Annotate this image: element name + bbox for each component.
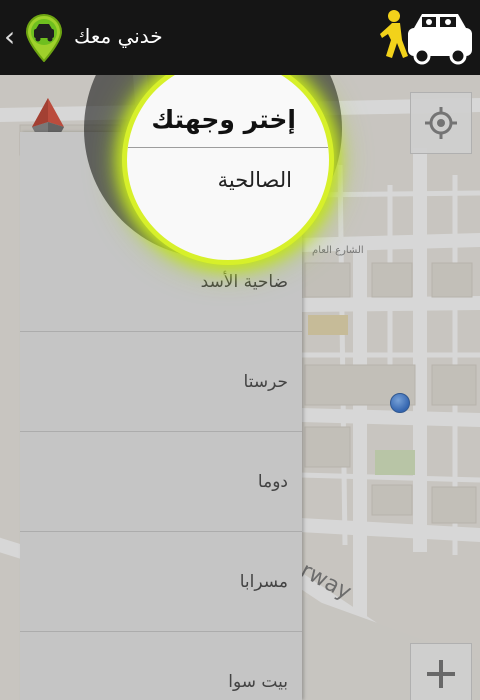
list-item[interactable]: بيت سوا	[20, 632, 302, 700]
spotlight-ring	[122, 55, 334, 265]
tutorial-spotlight: إختر وجهتك الصالحية	[122, 55, 342, 265]
my-location-button[interactable]	[410, 92, 472, 154]
pedestrian-and-car-icon[interactable]	[378, 8, 474, 70]
destination-label: حرستا	[243, 372, 288, 392]
list-item[interactable]: دوما	[20, 432, 302, 532]
destination-label: بيت سوا	[228, 672, 288, 692]
destination-label: ضاحية الأسد	[200, 272, 288, 292]
crosshair-icon	[425, 107, 457, 139]
divider	[128, 147, 328, 148]
destination-label: مسرابا	[239, 572, 288, 592]
destination-label: دوما	[257, 472, 288, 492]
list-item[interactable]: مسرابا	[20, 532, 302, 632]
chevron-left-icon[interactable]: ‹	[4, 22, 15, 52]
map-pin-car-icon[interactable]	[24, 14, 64, 62]
app-header: ‹ خدني معك	[0, 0, 480, 75]
my-location-marker	[390, 393, 410, 413]
highlighted-destination[interactable]: الصالحية	[218, 168, 292, 192]
destination-prompt-title: إختر وجهتك	[151, 105, 296, 134]
app-title: خدني معك	[74, 24, 163, 48]
plus-icon	[427, 660, 455, 688]
zoom-in-button[interactable]	[410, 643, 472, 700]
list-item[interactable]: حرستا	[20, 332, 302, 432]
